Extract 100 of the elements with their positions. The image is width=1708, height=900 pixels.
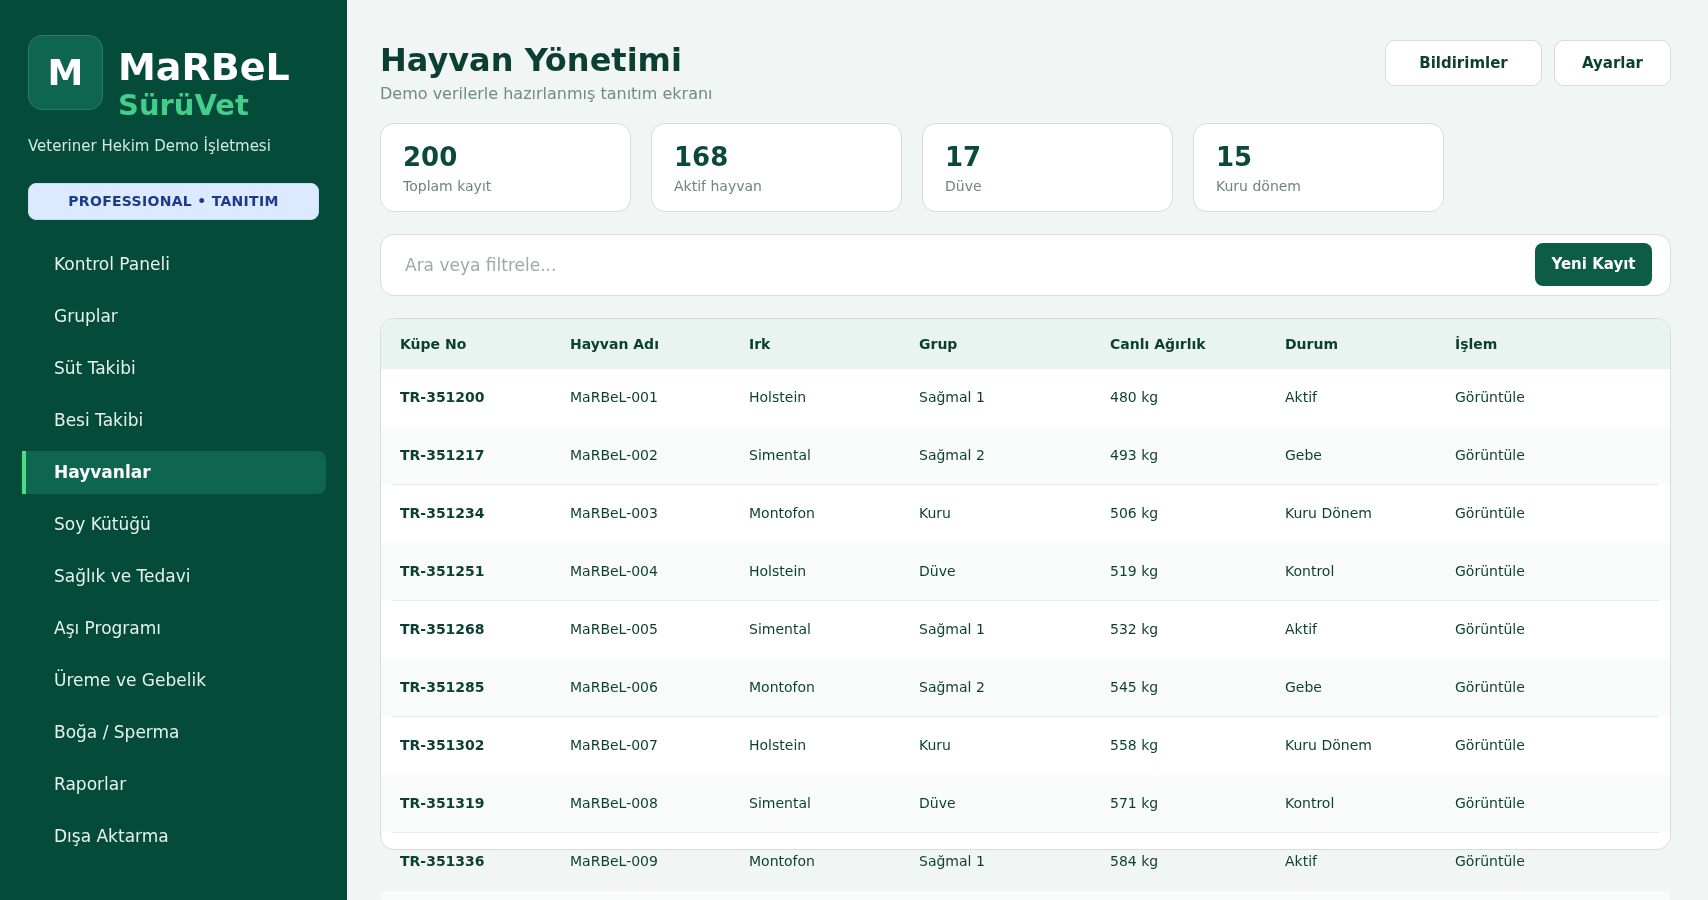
column-header: Irk [749, 334, 771, 354]
sidebar-item[interactable]: Aşı Programı [22, 607, 326, 650]
table-cell-text: Sağmal 2 [919, 445, 985, 465]
new-record-button[interactable]: Yeni Kayıt [1535, 243, 1652, 286]
table-cell-text: TR-351217 [400, 445, 485, 465]
table-cell-text: MaRBeL-004 [570, 561, 658, 581]
table-cell-text: Kontrol [1285, 561, 1335, 581]
stat-label: Toplam kayıt [403, 177, 492, 196]
table-cell-text: Kuru [919, 504, 951, 524]
table-cell-text: 480 kg [1110, 388, 1159, 408]
notifications-button[interactable]: Bildirimler [1385, 40, 1542, 86]
table-cell-text: MaRBeL-005 [570, 620, 658, 640]
brand-name: MaRBeL [118, 46, 290, 88]
table-cell-text: 493 kg [1110, 445, 1159, 465]
view-link[interactable]: Görüntüle [1455, 792, 1525, 814]
sidebar-item[interactable]: Üreme ve Gebelik [22, 659, 326, 702]
column-header: Hayvan Adı [570, 334, 659, 354]
view-link[interactable]: Görüntüle [1455, 560, 1525, 582]
table-cell-text: Düve [919, 561, 956, 581]
sidebar-item[interactable]: Hayvanlar [22, 451, 326, 494]
table-cell-text: Simental [749, 620, 811, 640]
table-cell-text: MaRBeL-003 [570, 504, 658, 524]
organization-name: Veteriner Hekim Demo İşletmesi [28, 135, 271, 157]
sidebar-item[interactable]: Boğa / Sperma [22, 711, 326, 754]
table-cell-text: 506 kg [1110, 504, 1159, 524]
table-cell-text: Kontrol [1285, 793, 1335, 813]
table-cell-text: TR-351268 [400, 620, 485, 640]
table-cell-text: Simental [749, 445, 811, 465]
table-cell-text: MaRBeL-007 [570, 736, 658, 756]
stat-value: 168 [674, 142, 729, 172]
column-header: Canlı Ağırlık [1110, 334, 1206, 354]
view-link[interactable]: Görüntüle [1455, 851, 1525, 873]
view-link[interactable]: Görüntüle [1455, 619, 1525, 641]
table-cell-text: Montofon [749, 677, 815, 697]
table-cell-text: Kuru Dönem [1285, 736, 1372, 756]
settings-button[interactable]: Ayarlar [1554, 40, 1671, 86]
table-cell-text: Aktif [1285, 852, 1317, 872]
table-cell-text: MaRBeL-006 [570, 677, 658, 697]
stat-value: 15 [1216, 142, 1253, 172]
table-cell-text: Holstein [749, 736, 807, 756]
view-link[interactable]: Görüntüle [1455, 387, 1525, 409]
column-header: Küpe No [400, 334, 467, 354]
table-cell-text: TR-351234 [400, 504, 485, 524]
sidebar-item[interactable]: Sağlık ve Tedavi [22, 555, 326, 598]
table-cell-text: Kuru [919, 736, 951, 756]
stat-label: Düve [945, 177, 982, 196]
table-cell-text: Montofon [749, 852, 815, 872]
sidebar-item[interactable]: Kontrol Paneli [22, 243, 326, 286]
table-cell-text: TR-351285 [400, 677, 485, 697]
table-cell-text: Sağmal 1 [919, 388, 985, 408]
table-cell-text: TR-351302 [400, 736, 485, 756]
table-cell-text: 558 kg [1110, 736, 1159, 756]
sidebar-item[interactable]: Dışa Aktarma [22, 815, 326, 858]
table-cell-text: 519 kg [1110, 561, 1159, 581]
column-header: Grup [919, 334, 958, 354]
table-cell-text: TR-351251 [400, 561, 485, 581]
page-subtitle: Demo verilerle hazırlanmış tanıtım ekranı [380, 83, 713, 105]
sidebar-item[interactable]: Soy Kütüğü [22, 503, 326, 546]
table-cell-text: Kuru Dönem [1285, 504, 1372, 524]
column-header: Durum [1285, 334, 1339, 354]
view-link[interactable]: Görüntüle [1455, 676, 1525, 698]
table-cell-text: Holstein [749, 388, 807, 408]
table-cell-text: TR-351200 [400, 388, 485, 408]
table-cell-text: 584 kg [1110, 852, 1159, 872]
table-cell-text: Düve [919, 793, 956, 813]
table-cell-text: MaRBeL-002 [570, 445, 658, 465]
table-cell-text: Gebe [1285, 445, 1322, 465]
stat-label: Kuru dönem [1216, 177, 1301, 196]
plan-badge: PROFESSIONAL • TANITIM [28, 183, 319, 220]
stat-value: 17 [945, 142, 982, 172]
table-cell-text: 571 kg [1110, 793, 1159, 813]
view-link[interactable]: Görüntüle [1455, 444, 1525, 466]
sidebar-item[interactable]: Süt Takibi [22, 347, 326, 390]
table-cell-text: Montofon [749, 504, 815, 524]
view-link[interactable]: Görüntüle [1455, 503, 1525, 525]
table-cell-text: Gebe [1285, 677, 1322, 697]
table-cell-text: TR-351319 [400, 793, 485, 813]
table-cell-text: Sağmal 1 [919, 852, 985, 872]
page-title: Hayvan Yönetimi [380, 40, 682, 80]
table-cell-text: Sağmal 1 [919, 620, 985, 640]
table-cell-text: Simental [749, 793, 811, 813]
stat-value: 200 [403, 142, 458, 172]
table-cell-text: MaRBeL-001 [570, 388, 658, 408]
table-cell-text: MaRBeL-009 [570, 852, 658, 872]
table-cell-text: Sağmal 2 [919, 677, 985, 697]
stat-label: Aktif hayvan [674, 177, 762, 196]
column-header: İşlem [1455, 334, 1498, 354]
table-cell-text: 545 kg [1110, 677, 1159, 697]
table-cell-text: Holstein [749, 561, 807, 581]
sidebar-item[interactable]: Raporlar [22, 763, 326, 806]
logo-mark: M [28, 35, 103, 110]
sidebar-item[interactable]: Besi Takibi [22, 399, 326, 442]
table-cell-text: MaRBeL-008 [570, 793, 658, 813]
table-cell-text: TR-351336 [400, 852, 485, 872]
view-link[interactable]: Görüntüle [1455, 735, 1525, 757]
table-cell-text: Aktif [1285, 620, 1317, 640]
table-cell-text: 532 kg [1110, 620, 1159, 640]
sidebar-item[interactable]: Gruplar [22, 295, 326, 338]
product-name: SürüVet [118, 88, 250, 122]
table-cell-text: Aktif [1285, 388, 1317, 408]
